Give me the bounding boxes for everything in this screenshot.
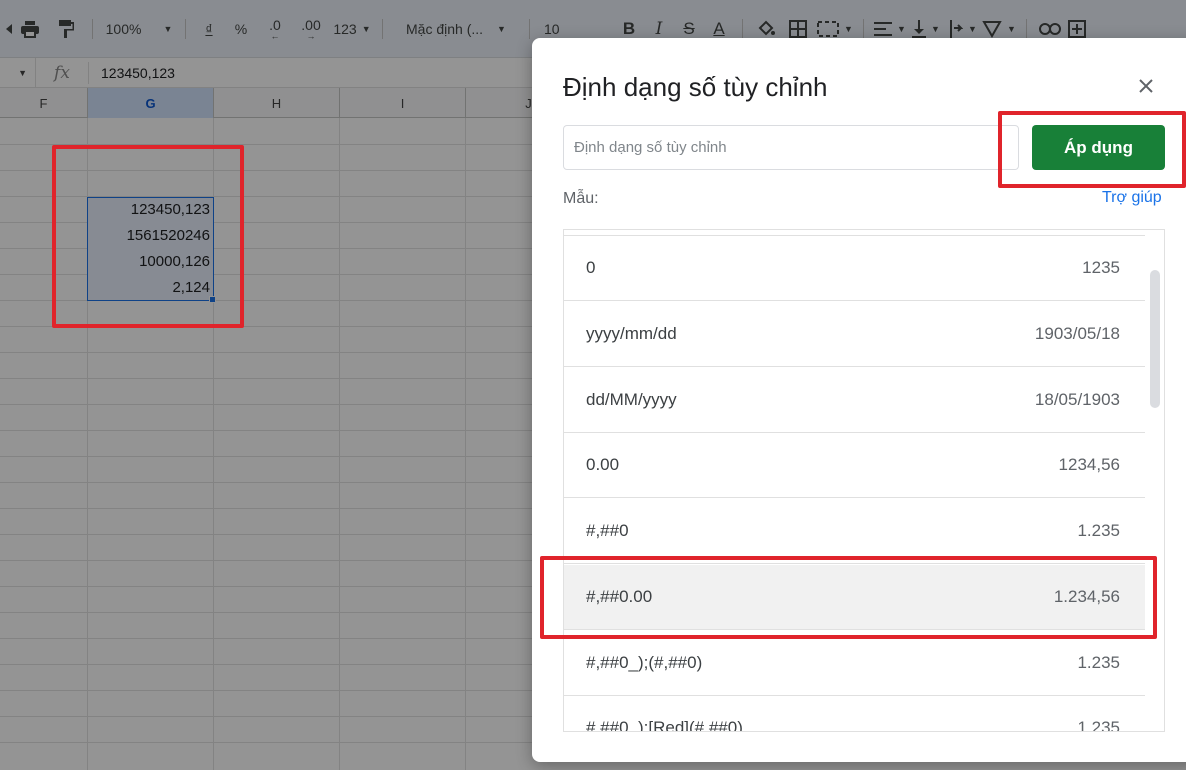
format-sample: 1234,56 <box>1058 455 1120 474</box>
format-sample: 1.235 <box>1077 521 1120 540</box>
format-list-item[interactable]: #,##0 1.235 <box>564 499 1145 564</box>
custom-format-input[interactable] <box>563 125 1019 170</box>
format-sample: 1.235 <box>1077 718 1120 732</box>
dialog-title: Định dạng số tùy chỉnh <box>563 72 828 102</box>
format-pattern: 0 <box>586 258 596 277</box>
format-sample: 1.235 <box>1077 653 1120 672</box>
format-sample: 18/05/1903 <box>1034 390 1120 409</box>
annotation-box-format <box>540 556 1157 639</box>
annotation-box-apply <box>998 111 1186 188</box>
format-list-item[interactable]: yyyy/mm/dd 1903/05/18 <box>564 302 1145 367</box>
format-list-item[interactable]: 0 1235 <box>564 236 1145 301</box>
samples-label: Mẫu: <box>563 190 599 207</box>
format-sample: 1235 <box>1082 258 1120 277</box>
format-pattern: yyyy/mm/dd <box>586 324 677 343</box>
format-list: 0 1235 yyyy/mm/dd 1903/05/18 dd/MM/yyyy … <box>563 229 1165 732</box>
format-pattern: #,##0_);(#,##0) <box>586 653 703 672</box>
format-list-item[interactable]: 0.00 1234,56 <box>564 433 1145 498</box>
format-pattern: #,##0 <box>586 521 629 540</box>
format-pattern: #,##0_);[Red](#,##0) <box>586 718 743 732</box>
help-link[interactable]: Trợ giúp <box>1102 189 1162 207</box>
close-icon[interactable] <box>1132 72 1160 100</box>
format-pattern: dd/MM/yyyy <box>586 390 677 409</box>
format-list-item[interactable]: dd/MM/yyyy 18/05/1903 <box>564 368 1145 433</box>
format-list-item[interactable]: #,##0_);[Red](#,##0) 1.235 <box>564 696 1145 732</box>
format-sample: 1903/05/18 <box>1034 324 1120 343</box>
list-scrollbar[interactable] <box>1150 270 1160 408</box>
format-list-item[interactable]: #,##0_);(#,##0) 1.235 <box>564 631 1145 696</box>
annotation-box-cells <box>52 145 244 328</box>
format-list-item[interactable] <box>564 230 1145 236</box>
format-pattern: 0.00 <box>586 455 620 474</box>
